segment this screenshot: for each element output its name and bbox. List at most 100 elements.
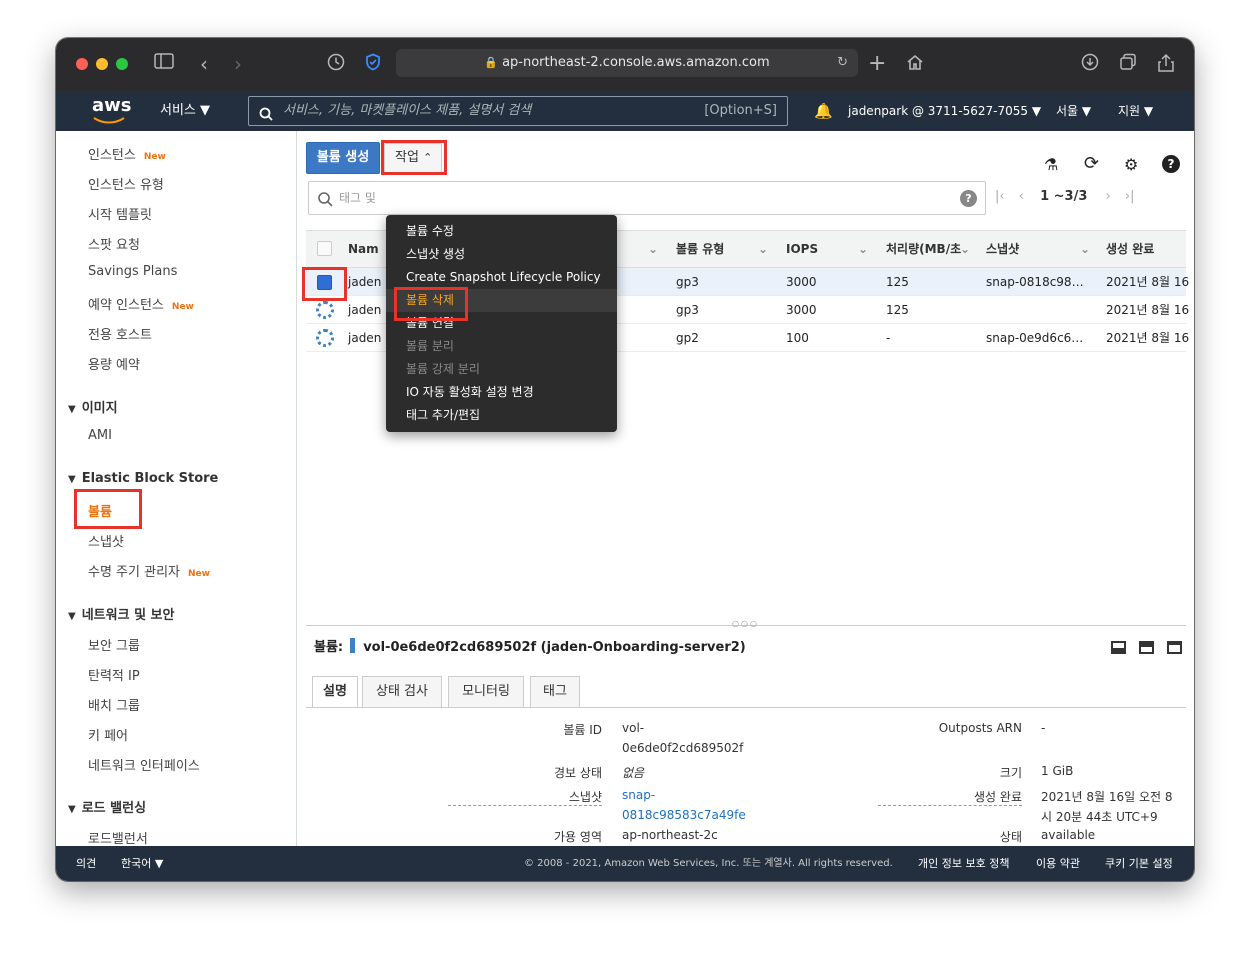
aws-navbar: aws 서비스 ▼ 서비스, 기능, 마켓플레이스 제품, 설명서 검색 [Op…	[56, 91, 1194, 131]
address-bar[interactable]: 🔒 ap-northeast-2.console.aws.amazon.com ↻	[396, 49, 858, 77]
tab-description[interactable]: 설명	[312, 676, 358, 708]
feedback-link[interactable]: 의견	[76, 846, 96, 881]
sort-icon[interactable]: ⌄	[960, 231, 970, 267]
layout-top-icon[interactable]	[1167, 641, 1183, 654]
column-header-name[interactable]: Nam	[348, 231, 379, 267]
layout-bottom-icon[interactable]	[1111, 641, 1126, 654]
cell-volume-type: gp2	[676, 331, 699, 345]
home-icon[interactable]	[906, 53, 924, 77]
column-header-snapshot[interactable]: 스냅샷	[986, 231, 1019, 267]
column-header-iops[interactable]: IOPS	[786, 231, 818, 267]
prev-page-icon[interactable]: ‹	[1019, 189, 1024, 204]
new-tab-icon[interactable]: +	[868, 53, 886, 75]
field-value-snapshot-cont[interactable]: 0818c98583c7a49fe	[622, 808, 746, 822]
field-label-size: 크기	[999, 766, 1022, 780]
gear-icon[interactable]: ⚙	[1124, 155, 1138, 174]
sidebar-item-dedicated-hosts[interactable]: 전용 호스트	[88, 324, 152, 343]
menu-item-create-lifecycle-policy[interactable]: Create Snapshot Lifecycle Policy	[406, 267, 601, 287]
sidebar-section-ebs[interactable]: ▼ Elastic Block Store	[68, 471, 218, 486]
menu-item-add-edit-tags[interactable]: 태그 추가/편집	[406, 405, 480, 425]
sidebar-item-instances[interactable]: 인스턴스 New	[88, 144, 166, 163]
account-menu[interactable]: jadenpark @ 3711-5627-7055 ▼	[848, 91, 1041, 131]
sidebar-item-snapshots[interactable]: 스냅샷	[88, 531, 124, 550]
sidebar-item-load-balancers[interactable]: 로드밸런서	[88, 828, 148, 846]
loading-spinner-icon	[316, 329, 334, 347]
language-selector[interactable]: 한국어 ▼	[121, 846, 163, 881]
help-icon[interactable]: ?	[960, 190, 977, 207]
next-page-icon[interactable]: ›	[1106, 189, 1111, 204]
column-header-volume-type[interactable]: 볼륨 유형	[676, 231, 724, 267]
menu-item-create-snapshot[interactable]: 스냅샷 생성	[406, 244, 465, 264]
cell-iops: 3000	[786, 303, 817, 317]
cookie-preferences-link[interactable]: 쿠키 기본 설정	[1105, 846, 1173, 881]
services-menu[interactable]: 서비스 ▼	[160, 91, 210, 131]
filter-input[interactable]: 태그 및 ?	[308, 181, 986, 215]
new-badge: New	[143, 152, 166, 162]
sidebar-item-ami[interactable]: AMI	[88, 428, 112, 443]
bell-icon[interactable]: 🔔	[814, 91, 833, 131]
select-all-checkbox[interactable]	[317, 241, 332, 256]
sidebar-item-launch-templates[interactable]: 시작 템플릿	[88, 204, 152, 223]
sidebar-item-lifecycle-manager[interactable]: 수명 주기 관리자 New	[88, 561, 210, 580]
minimize-window-button[interactable]	[96, 58, 108, 70]
aws-logo[interactable]: aws	[92, 91, 132, 124]
refresh-icon[interactable]: ⟳	[1084, 153, 1099, 174]
downloads-icon[interactable]	[1081, 53, 1099, 77]
history-icon[interactable]	[327, 53, 345, 77]
sidebar-item-spot-requests[interactable]: 스팟 요청	[88, 234, 140, 253]
sort-icon[interactable]: ⌄	[648, 231, 658, 267]
close-window-button[interactable]	[76, 58, 88, 70]
tab-monitoring[interactable]: 모니터링	[448, 676, 524, 708]
sidebar-item-security-groups[interactable]: 보안 그룹	[88, 635, 140, 654]
sort-icon[interactable]: ⌄	[1080, 231, 1090, 267]
zoom-window-button[interactable]	[116, 58, 128, 70]
global-search-input[interactable]: 서비스, 기능, 마켓플레이스 제품, 설명서 검색 [Option+S]	[248, 96, 788, 126]
column-header-created[interactable]: 생성 완료	[1106, 231, 1154, 267]
sidebar-section-network[interactable]: ▼ 네트워크 및 보안	[68, 604, 174, 623]
sidebar-item-elastic-ip[interactable]: 탄력적 IP	[88, 665, 140, 684]
flask-icon[interactable]: ⚗	[1044, 155, 1058, 174]
first-page-icon[interactable]: |‹	[995, 189, 1005, 204]
language-label: 한국어	[121, 857, 152, 870]
terms-link[interactable]: 이용 약관	[1036, 846, 1080, 881]
field-value-snapshot[interactable]: snap-	[622, 788, 655, 802]
caret-down-icon: ▼	[1143, 104, 1154, 118]
sidebar-item-reserved-instances[interactable]: 예약 인스턴스 New	[88, 294, 194, 313]
field-value-created-cont: 시 20분 44초 UTC+9	[1041, 810, 1158, 824]
column-header-throughput[interactable]: 처리량(MB/초	[886, 231, 961, 267]
privacy-link[interactable]: 개인 정보 보호 정책	[918, 846, 1009, 881]
layout-split-icon[interactable]	[1139, 641, 1155, 654]
field-label-availability-zone: 가용 영역	[554, 830, 602, 844]
support-menu[interactable]: 지원 ▼	[1118, 91, 1153, 131]
splitter-handle-icon[interactable]: ○○○	[732, 619, 759, 628]
loading-spinner-icon	[316, 301, 334, 319]
forward-icon[interactable]: ›	[234, 53, 242, 75]
region-menu[interactable]: 서울 ▼	[1056, 91, 1091, 131]
sort-icon[interactable]: ⌄	[758, 231, 768, 267]
last-page-icon[interactable]: ›|	[1125, 189, 1135, 204]
sidebar-item-network-interfaces[interactable]: 네트워크 인터페이스	[88, 755, 200, 774]
tab-status-checks[interactable]: 상태 검사	[362, 676, 442, 708]
menu-item-change-auto-enable-io[interactable]: IO 자동 활성화 설정 변경	[406, 382, 534, 402]
tabs-overview-icon[interactable]	[1119, 53, 1137, 77]
reload-icon[interactable]: ↻	[837, 49, 848, 77]
sidebar-toggle-icon[interactable]	[154, 53, 174, 75]
sidebar-item-instance-types[interactable]: 인스턴스 유형	[88, 174, 164, 193]
search-icon	[317, 191, 333, 211]
tab-tags[interactable]: 태그	[530, 676, 580, 708]
sidebar-item-key-pairs[interactable]: 키 페어	[88, 725, 128, 744]
share-icon[interactable]	[1157, 53, 1175, 79]
back-icon[interactable]: ‹	[200, 53, 208, 75]
sidebar-section-images[interactable]: ▼ 이미지	[68, 397, 118, 416]
menu-item-modify-volume[interactable]: 볼륨 수정	[406, 221, 454, 241]
create-volume-button[interactable]: 볼륨 생성	[306, 142, 380, 174]
sidebar-section-load-balancing[interactable]: ▼ 로드 밸런싱	[68, 797, 146, 816]
sort-icon[interactable]: ⌄	[858, 231, 868, 267]
sidebar-item-placement-groups[interactable]: 배치 그룹	[88, 695, 140, 714]
pagination: |‹ ‹ 1 ~3/3 › ›|	[995, 189, 1134, 204]
sidebar-item-capacity-reservations[interactable]: 용량 예약	[88, 354, 140, 373]
cell-created: 2021년 8월 16	[1106, 303, 1190, 317]
shield-icon[interactable]	[364, 53, 382, 77]
sidebar-item-savings-plans[interactable]: Savings Plans	[88, 264, 177, 279]
help-icon[interactable]: ?	[1162, 155, 1180, 173]
